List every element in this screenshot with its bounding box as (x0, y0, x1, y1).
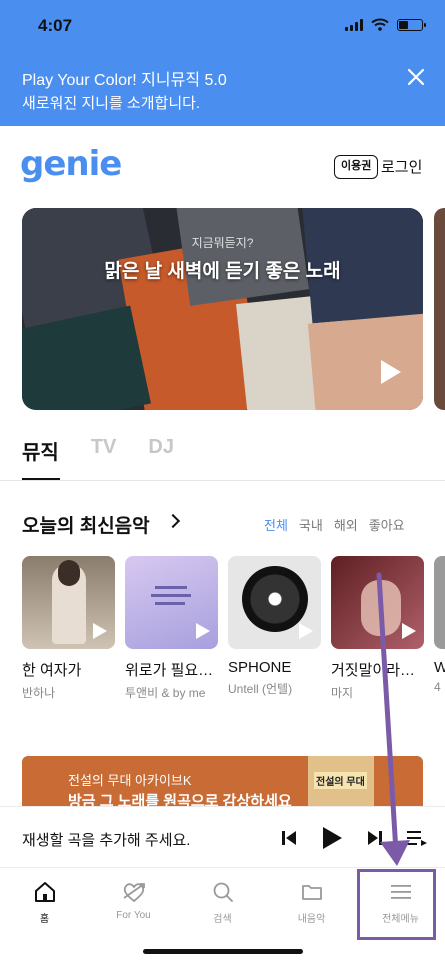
search-icon (213, 882, 233, 902)
album-cover[interactable] (331, 556, 424, 649)
banner-subtitle: 지금뭐듣지? (191, 236, 254, 250)
album-card[interactable]: SPHONE Untell (언텔) (228, 556, 321, 697)
filter-likes[interactable]: 좋아요 (369, 515, 405, 534)
album-artist: 4 (434, 680, 441, 694)
battery-icon (397, 18, 426, 31)
tab-music[interactable]: 뮤직 (22, 436, 59, 465)
nav-label: 내음악 (297, 914, 326, 925)
album-artist: 투앤비 & by me (125, 686, 206, 700)
nav-home[interactable]: 홈 (0, 868, 89, 925)
next-banner-peek[interactable] (434, 208, 445, 410)
folder-icon (301, 885, 322, 900)
ad-subtitle: 전설의 무대 아카이브K (68, 773, 192, 788)
nav-search[interactable]: 검색 (178, 868, 267, 925)
play-icon[interactable] (402, 623, 416, 639)
nav-label: For You (116, 910, 151, 921)
cellular-signal-icon (345, 18, 363, 31)
wifi-icon (371, 18, 389, 31)
play-icon[interactable] (320, 825, 344, 851)
ad-thumb-label: 전설의 무대 (314, 772, 367, 789)
filter-domestic[interactable]: 국내 (299, 515, 323, 534)
home-icon (34, 882, 55, 902)
album-card[interactable]: W 4 (434, 556, 445, 694)
nav-for-you[interactable]: For You (89, 868, 178, 921)
album-cover[interactable] (434, 556, 445, 649)
playlist-icon[interactable] (406, 829, 428, 847)
album-cover[interactable] (22, 556, 115, 649)
album-artist: 마지 (331, 686, 354, 700)
promo-headline: Play Your Color! 지니뮤직 5.0 (22, 72, 227, 89)
previous-icon[interactable] (280, 829, 298, 847)
album-card[interactable]: 위로가 필요… 투앤비 & by me (125, 556, 218, 701)
nav-label: 홈 (39, 914, 50, 925)
filter-overseas[interactable]: 해외 (334, 515, 358, 534)
play-icon[interactable] (93, 623, 107, 639)
nav-label: 검색 (213, 914, 232, 925)
play-icon[interactable] (299, 623, 313, 639)
album-artist: Untell (언텔) (228, 682, 293, 696)
player-empty-text: 재생할 곡을 추가해 주세요. (22, 832, 191, 849)
status-bar: 4:07 (0, 0, 445, 52)
ad-thumbnail: 전설의 무대 (308, 756, 374, 812)
tab-tv[interactable]: TV (91, 436, 117, 465)
album-title: 거짓말이라도… (331, 662, 424, 679)
status-time: 4:07 (38, 16, 73, 35)
genie-logo[interactable]: genie (20, 144, 122, 184)
content-tabs: 뮤직 TV DJ (22, 436, 174, 465)
section-title[interactable]: 오늘의 최신음악 (22, 511, 150, 538)
album-cover[interactable] (228, 556, 321, 649)
nav-my-music[interactable]: 내음악 (267, 868, 356, 925)
banner-title: 맑은 날 새벽에 듣기 좋은 노래 (104, 261, 341, 282)
status-icons (345, 18, 426, 31)
promo-subtext: 새로워진 지니를 소개합니다. (22, 95, 201, 112)
login-button[interactable]: 로그인 (381, 156, 422, 177)
heart-arrow-icon (122, 883, 145, 903)
tab-dj[interactable]: DJ (148, 436, 174, 465)
highlight-box (357, 869, 436, 940)
album-card[interactable]: 거짓말이라도… 마지 (331, 556, 424, 701)
play-icon[interactable] (381, 360, 401, 384)
album-title: W (434, 659, 445, 676)
promo-banner[interactable]: Play Your Color! 지니뮤직 5.0 새로워진 지니를 소개합니다… (0, 52, 445, 126)
album-title: SPHONE (228, 659, 292, 676)
home-indicator (143, 949, 303, 954)
album-artist: 반하나 (22, 686, 56, 700)
featured-banner[interactable]: 지금뭐듣지? 맑은 날 새벽에 듣기 좋은 노래 (22, 208, 423, 410)
tabs-divider (0, 480, 445, 481)
pass-button[interactable]: 이용권 (334, 155, 379, 179)
filter-all[interactable]: 전체 (264, 515, 288, 534)
album-title: 위로가 필요… (125, 662, 214, 679)
filter-group: 전체 국내 해외 좋아요 (264, 515, 405, 534)
mini-player[interactable]: 재생할 곡을 추가해 주세요. (0, 806, 445, 868)
play-icon[interactable] (196, 623, 210, 639)
album-card[interactable]: 한 여자가 반하나 (22, 556, 115, 701)
close-icon[interactable] (405, 66, 427, 88)
chevron-right-icon[interactable] (165, 513, 181, 529)
album-title: 한 여자가 (22, 662, 82, 679)
album-cover[interactable] (125, 556, 218, 649)
next-icon[interactable] (366, 829, 384, 847)
